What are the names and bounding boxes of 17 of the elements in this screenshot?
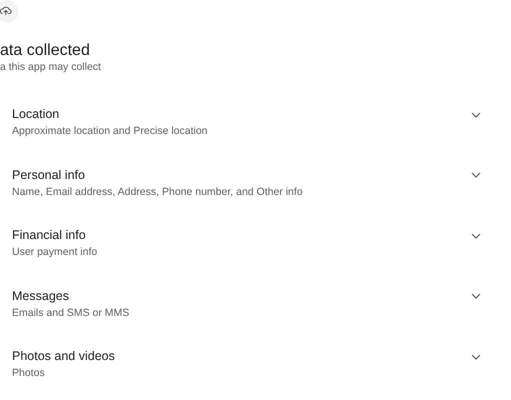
category-title: Location [12, 107, 60, 122]
chevron-icon[interactable] [471, 354, 481, 360]
category-title: Financial info [12, 228, 87, 244]
section-title: ata collected [0, 40, 91, 60]
category-details: Photos [12, 367, 46, 380]
category-title: Personal info [12, 168, 86, 183]
chevron-icon[interactable] [471, 293, 481, 300]
category-details: Name, Email address, Address, Phone number, and Other info [12, 186, 304, 199]
section-subtitle: a this app may collect [0, 60, 102, 74]
category-details: User payment info [12, 246, 98, 260]
chevron-icon[interactable] [471, 172, 481, 178]
category-title: Photos and videos [12, 349, 116, 364]
category-title: Messages [12, 288, 70, 304]
chevron-icon[interactable] [471, 232, 481, 239]
category-details: Approximate location and Precise location [12, 125, 209, 138]
category-details: Emails and SMS or MMS [12, 306, 130, 320]
chevron-icon[interactable] [471, 112, 481, 118]
